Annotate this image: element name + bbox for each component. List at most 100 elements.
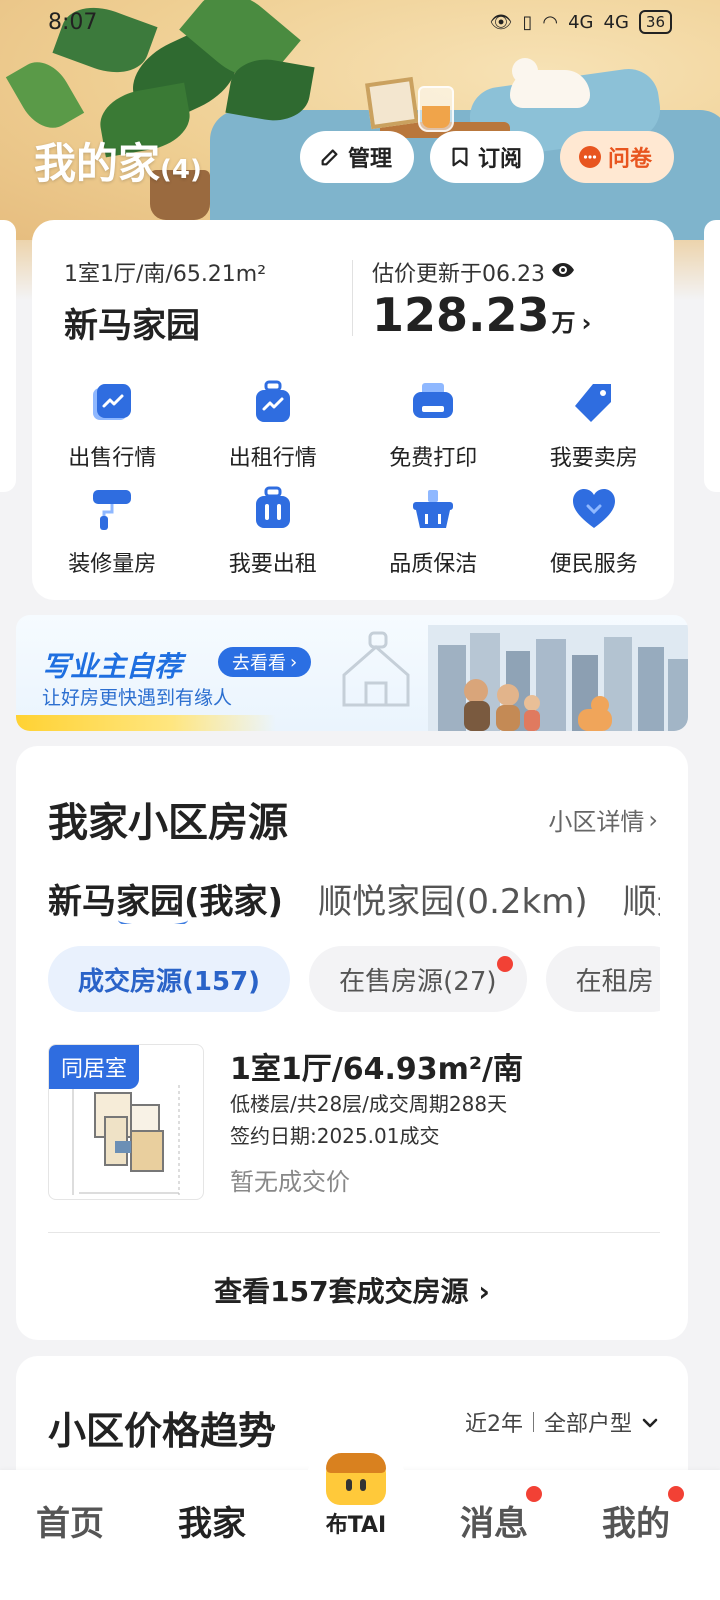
tab-label: 在售房源(27) (339, 966, 497, 997)
service-label: 品质保洁 (389, 552, 478, 577)
service-label: 便民服务 (549, 552, 638, 577)
nav-messages-label: 消息 (460, 1504, 528, 1544)
heart-icon (571, 486, 617, 532)
service-convenience[interactable]: 便民服务 (514, 484, 675, 577)
eye-icon[interactable] (551, 260, 575, 285)
service-label: 装修量房 (68, 552, 157, 577)
service-sale-market[interactable]: 出售行情 (32, 378, 193, 471)
period-filter[interactable]: 近2年 (465, 1406, 523, 1438)
signal-icon: 4G (603, 11, 629, 33)
signal-icon: 4G (568, 11, 594, 33)
same-layout-tag: 同居室 (49, 1045, 140, 1089)
printer-icon (410, 380, 456, 426)
nav-home[interactable]: 首页 (36, 1496, 104, 1545)
tab-label: 在租房 (575, 966, 654, 997)
home-name: 新马家园 (64, 306, 200, 346)
service-renovation[interactable]: 装修量房 (32, 484, 193, 577)
banner-go-label: 去看看 (232, 653, 286, 674)
service-free-print[interactable]: 免费打印 (353, 378, 514, 471)
nav-messages[interactable]: 消息 (460, 1486, 542, 1545)
list-item[interactable]: 同居室 1室1厅/64.93m²/南 低楼层/共28层/成交周期288天 签约日… (48, 1044, 660, 1204)
nav-ai-label: 布TAI (325, 1513, 387, 1538)
service-rent-market[interactable]: 出租行情 (193, 378, 354, 471)
estimate-unit: 万 (551, 309, 576, 337)
floorplan-image: 同居室 (48, 1044, 204, 1200)
trend-chart-icon (89, 380, 135, 426)
chevron-right-icon: › (581, 309, 592, 337)
tab-for-rent-listings[interactable]: 在租房 (545, 946, 660, 1012)
banner-title: 写业主自荐 (42, 650, 183, 683)
nav-my-home[interactable]: 我家 (178, 1496, 246, 1545)
chat-bubble-icon (578, 145, 602, 169)
service-label: 出售行情 (68, 446, 157, 471)
community-tabs: 新马家园(我家) 顺悦家园(0.2km) 顺光 (48, 874, 660, 924)
banner-go-button[interactable]: 去看看 › (218, 647, 312, 677)
home-card[interactable]: 1室1厅/南/65.21m² 新马家园 估价更新于06.23 128.23 万 … (32, 220, 674, 600)
listing-type-tabs: 成交房源(157) 在售房源(27) 在租房 (48, 946, 660, 1016)
tab-sold-listings[interactable]: 成交房源(157) (48, 946, 291, 1012)
pencil-icon (318, 145, 342, 169)
pudding-mascot-icon (326, 1453, 386, 1505)
community-listings-section: 我家小区房源 小区详情 › 新马家园(我家) 顺悦家园(0.2km) 顺光 成交… (16, 746, 688, 1340)
paint-roller-icon (89, 486, 135, 532)
view-all-sold-button[interactable]: 查看157套成交房源 › (16, 1270, 688, 1310)
section-title: 我家小区房源 (48, 800, 288, 846)
estimate-value[interactable]: 128.23 万 › (372, 288, 591, 342)
listing-sign-date: 签约日期:2025.01成交 (230, 1124, 440, 1148)
page-title: 我的家(4) (34, 130, 202, 191)
owner-recommend-banner[interactable]: 写业主自荐 去看看 › 让好房更快遇到有缘人 (16, 615, 688, 731)
nav-ai-assistant[interactable]: 布TAI (300, 1442, 412, 1554)
rent-suitcase-icon (250, 380, 296, 426)
service-rent-out[interactable]: 我要出租 (193, 484, 354, 577)
price-tag-icon (571, 380, 617, 426)
listing-price: 暂无成交价 (230, 1168, 350, 1196)
page-title-text: 我的家 (34, 139, 161, 188)
status-time: 8:07 (48, 9, 98, 35)
nav-mine[interactable]: 我的 (602, 1486, 684, 1545)
luggage-icon (250, 486, 296, 532)
chevron-right-icon: › (478, 1275, 490, 1308)
service-grid: 出售行情 出租行情 免费打印 我要卖房 装修量房 我要出租 品质保洁 便民服务 (32, 378, 675, 577)
previous-home-card[interactable] (0, 220, 16, 492)
service-sell-home[interactable]: 我要卖房 (514, 378, 675, 471)
eye-icon: 👁 (489, 11, 513, 33)
estimate-number: 128.23 (372, 288, 550, 342)
home-meta: 1室1厅/南/65.21m² (64, 262, 267, 287)
vibrate-icon: ▯ (522, 11, 533, 33)
notification-dot (496, 956, 513, 972)
divider (48, 1232, 660, 1233)
notification-dot (668, 1486, 684, 1502)
subscribe-button[interactable]: 订阅 (429, 131, 544, 183)
next-home-card[interactable] (704, 220, 720, 492)
service-label: 免费打印 (389, 446, 478, 471)
tab-community-more[interactable]: 顺光 (623, 874, 660, 923)
tab-for-sale-listings[interactable]: 在售房源(27) (309, 946, 527, 1012)
community-detail-link[interactable]: 小区详情 › (548, 802, 658, 837)
view-all-label: 查看157套成交房源 (214, 1275, 469, 1308)
divider (352, 260, 353, 336)
listing-title: 1室1厅/64.93m²/南 (230, 1052, 523, 1087)
battery-icon: 36 (638, 10, 672, 34)
tab-community-home[interactable]: 新马家园(我家) (48, 874, 283, 923)
chevron-down-icon (642, 1410, 658, 1435)
chevron-right-icon: › (648, 805, 658, 834)
home-count: (4) (160, 155, 202, 185)
tab-label: 成交房源(157) (78, 966, 261, 997)
trend-filter[interactable]: 近2年 全部户型 (465, 1406, 658, 1438)
nav-mine-label: 我的 (602, 1504, 670, 1544)
notification-dot (526, 1486, 542, 1502)
manage-button[interactable]: 管理 (299, 131, 414, 183)
survey-label: 问卷 (607, 147, 652, 172)
estimate-label-text: 估价更新于06.23 (372, 262, 545, 287)
tab-community-nearby[interactable]: 顺悦家园(0.2km) (318, 874, 587, 923)
bookmark-icon (448, 145, 472, 169)
service-label: 我要卖房 (549, 446, 638, 471)
community-detail-label: 小区详情 (548, 808, 645, 836)
header-actions: 管理 订阅 问卷 (299, 131, 674, 183)
service-label: 我要出租 (228, 552, 317, 577)
survey-button[interactable]: 问卷 (559, 131, 674, 183)
service-cleaning[interactable]: 品质保洁 (353, 484, 514, 577)
manage-label: 管理 (347, 147, 392, 172)
house-outline-icon (342, 631, 410, 707)
room-type-filter[interactable]: 全部户型 (544, 1406, 632, 1438)
